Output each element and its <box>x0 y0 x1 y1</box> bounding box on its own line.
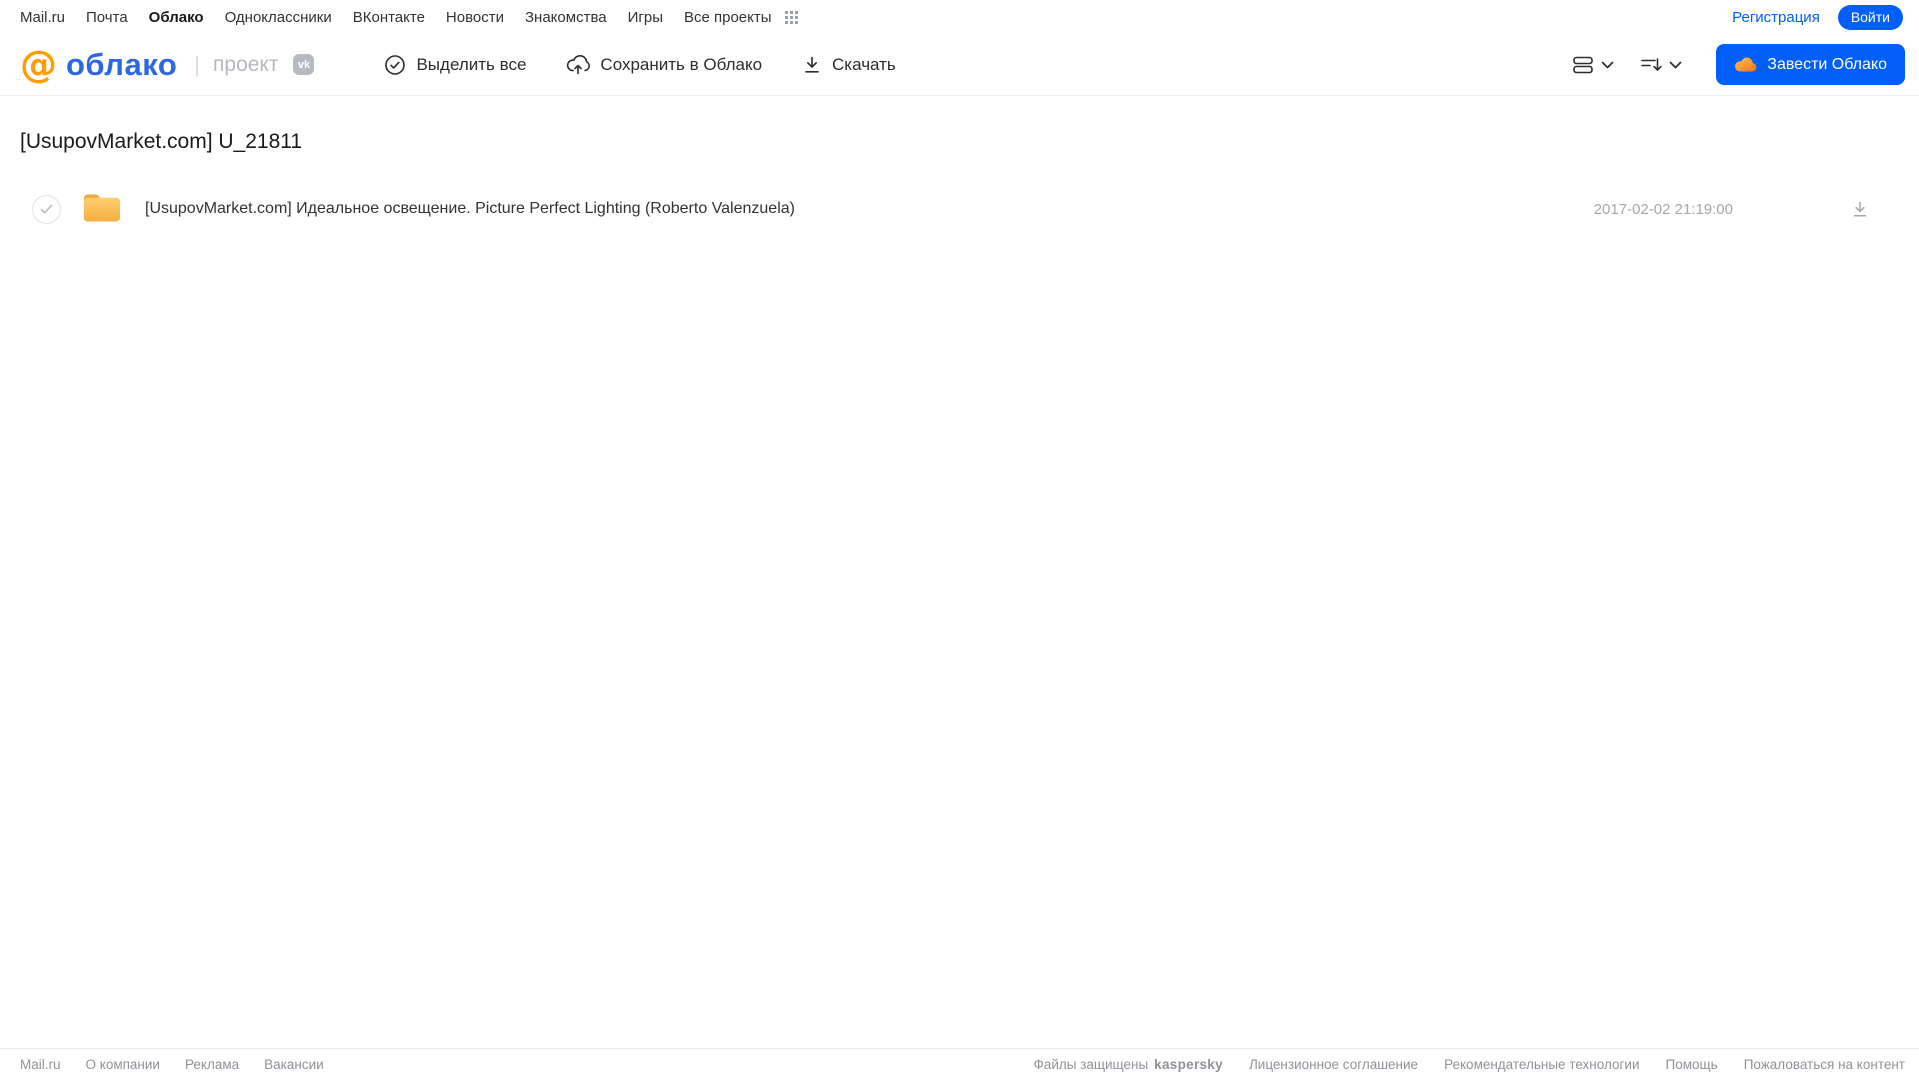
save-to-cloud-label: Сохранить в Облако <box>600 54 763 74</box>
toolbar: Выделить все Сохранить в Облако Скачать <box>384 53 896 76</box>
top-nav: Mail.ru Почта Облако Одноклассники ВКонт… <box>0 0 1919 34</box>
save-to-cloud-button[interactable]: Сохранить в Облако <box>566 53 762 76</box>
page-title: [UsupovMarket.com] U_21811 <box>20 130 303 153</box>
mailru-at-icon: @ <box>20 43 57 86</box>
footer-link-about[interactable]: О компании <box>86 1057 160 1072</box>
nav-link-cloud[interactable]: Облако <box>149 9 204 26</box>
footer: Mail.ru О компании Реклама Вакансии Файл… <box>0 1048 1919 1079</box>
footer-link-license[interactable]: Лицензионное соглашение <box>1249 1057 1418 1072</box>
footer-link-help[interactable]: Помощь <box>1666 1057 1718 1072</box>
cloud-logo[interactable]: @ облако | проект vk <box>20 43 315 86</box>
top-nav-links: Mail.ru Почта Облако Одноклассники ВКонт… <box>20 9 798 26</box>
download-label: Скачать <box>832 54 896 74</box>
file-row-right: 2017-02-02 21:19:00 <box>1594 200 1899 219</box>
file-row[interactable]: [UsupovMarket.com] Идеальное освещение. … <box>20 184 1899 234</box>
nav-link-vkontakte[interactable]: ВКонтакте <box>353 9 425 26</box>
top-nav-right: Регистрация Войти <box>1732 4 1903 30</box>
create-cloud-label: Завести Облако <box>1767 55 1887 73</box>
create-cloud-button[interactable]: Завести Облако <box>1716 44 1905 85</box>
header-right-controls: Завести Облако <box>1572 44 1905 85</box>
header: @ облако | проект vk Выделить все Сохран… <box>0 34 1919 96</box>
nav-link-dating[interactable]: Знакомства <box>525 9 607 26</box>
kaspersky-logo[interactable]: kaspersky <box>1154 1057 1223 1072</box>
select-all-label: Выделить все <box>416 54 527 74</box>
nav-link-odnoklassniki[interactable]: Одноклассники <box>225 9 332 26</box>
registration-link[interactable]: Регистрация <box>1732 9 1820 26</box>
sort-icon <box>1640 55 1662 75</box>
view-mode-dropdown[interactable] <box>1572 55 1614 75</box>
nav-link-news[interactable]: Новости <box>446 9 504 26</box>
download-button[interactable]: Скачать <box>802 54 896 75</box>
footer-right-links: Файлы защищены kaspersky Лицензионное со… <box>1034 1057 1905 1072</box>
cloud-icon <box>1734 56 1757 73</box>
select-all-icon <box>384 54 406 76</box>
logo-text: облако <box>66 46 178 82</box>
chevron-down-icon <box>1669 61 1682 69</box>
sort-dropdown[interactable] <box>1640 55 1682 75</box>
select-all-button[interactable]: Выделить все <box>384 54 526 76</box>
nav-link-games[interactable]: Игры <box>628 9 663 26</box>
view-mode-icon <box>1572 55 1594 75</box>
download-icon <box>802 54 822 75</box>
footer-left-links: Mail.ru О компании Реклама Вакансии <box>20 1057 324 1072</box>
footer-link-mailru[interactable]: Mail.ru <box>20 1057 61 1072</box>
footer-link-report[interactable]: Пожаловаться на контент <box>1744 1057 1905 1072</box>
nav-link-mail[interactable]: Почта <box>86 9 128 26</box>
chevron-down-icon <box>1601 61 1614 69</box>
main-content: [UsupovMarket.com] U_21811 [UsupovMarket… <box>0 130 1919 234</box>
logo-divider: | <box>194 51 201 77</box>
nav-link-mailru[interactable]: Mail.ru <box>20 9 65 26</box>
row-checkbox[interactable] <box>32 194 61 224</box>
kaspersky-protected: Файлы защищены kaspersky <box>1034 1057 1223 1072</box>
cloud-upload-icon <box>566 53 591 76</box>
file-name[interactable]: [UsupovMarket.com] Идеальное освещение. … <box>145 200 795 218</box>
file-date: 2017-02-02 21:19:00 <box>1593 200 1733 218</box>
row-download-button[interactable] <box>1851 200 1869 219</box>
footer-link-recommendations[interactable]: Рекомендательные технологии <box>1444 1057 1639 1072</box>
footer-link-jobs[interactable]: Вакансии <box>264 1057 324 1072</box>
vk-icon: vk <box>293 54 315 75</box>
folder-icon[interactable] <box>82 191 120 228</box>
login-button[interactable]: Войти <box>1837 4 1903 30</box>
apps-grid-icon[interactable] <box>784 10 798 24</box>
footer-link-ads[interactable]: Реклама <box>185 1057 239 1072</box>
project-label: проект <box>213 52 279 76</box>
protected-label: Файлы защищены <box>1033 1056 1149 1072</box>
nav-link-all-projects[interactable]: Все проекты <box>684 9 772 26</box>
